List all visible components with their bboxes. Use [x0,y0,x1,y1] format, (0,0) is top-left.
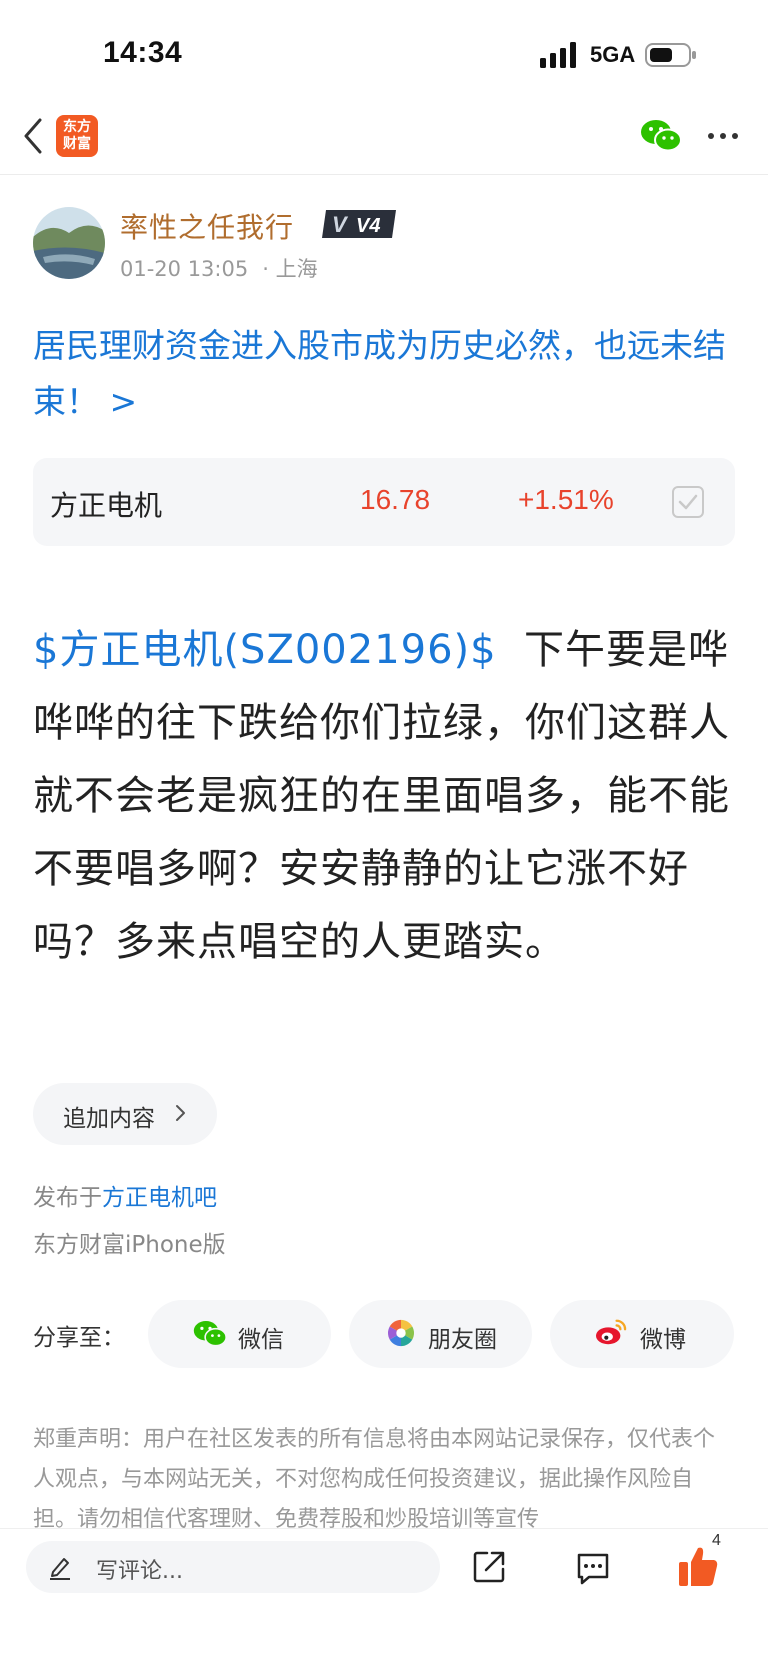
post-meta: 01-20 13:05 · 上海 [120,253,318,283]
stock-price: 16.78 [360,484,431,515]
stock-bar-link[interactable]: 方正电机吧 [102,1185,217,1211]
device-source: 东方财富iPhone版 [33,1232,226,1258]
comment-placeholder: 写评论... [96,1559,183,1584]
status-time: 14:34 [103,36,183,69]
comment-input[interactable] [26,1541,440,1593]
append-content-label: 追加内容 [63,1106,155,1132]
level-text: V4 [356,215,380,237]
post-date: 01-20 13:05 [120,257,249,281]
avatar[interactable] [33,207,105,279]
wechat-icon[interactable] [640,118,682,154]
share-moments-label: 朋友圈 [428,1327,497,1353]
check-icon [678,494,698,510]
level-badge: V V4 [322,210,396,238]
headline-link[interactable]: 居民理财资金进入股市成为历史必然，也远未结束！ > [33,318,733,430]
post-body: $方正电机(SZ002196)$ 下午要是哗哗哗的往下跌给你们拉绿，你们这群人就… [33,614,741,979]
stock-mention-link[interactable]: $方正电机(SZ002196)$ [33,627,497,673]
back-icon[interactable] [22,116,46,156]
published-prefix: 发布于 [33,1185,102,1211]
app-logo[interactable]: 东方 财富 [56,115,98,157]
network-label: 5GA [590,42,636,67]
pen-icon [50,1558,70,1580]
like-icon[interactable] [678,1544,718,1588]
battery-icon [645,43,696,67]
disclaimer: 郑重声明：用户在社区发表的所有信息将由本网站记录保存，仅代表个人观点，与本网站无… [33,1427,716,1532]
author-name[interactable]: 率性之任我行 [120,206,294,246]
more-icon[interactable] [707,124,739,148]
share-wechat-label: 微信 [238,1327,284,1353]
post-text: 下午要是哗哗哗的往下跌给你们拉绿，你们这群人就不会老是疯狂的在里面唱多，能不能不… [33,627,730,965]
chevron-right-icon [176,1105,185,1121]
signal-icon [540,42,576,68]
share-label: 分享至： [33,1325,125,1351]
share-icon[interactable] [471,1549,507,1585]
svg-text:V: V [332,212,349,237]
stock-name: 方正电机 [50,489,163,522]
add-watchlist-checkbox[interactable] [672,486,704,518]
published-in: 发布于方正电机吧 [33,1178,217,1212]
weibo-icon [596,1319,627,1345]
logo-text-1: 东方 [63,119,91,135]
share-weibo-label: 微博 [640,1327,686,1353]
moments-icon [387,1319,415,1347]
wechat-icon [193,1321,227,1347]
logo-text-2: 财富 [63,136,91,152]
post-location: · 上海 [262,257,318,281]
like-count: 4 [712,1532,721,1549]
comment-icon[interactable] [575,1550,611,1586]
stock-change: +1.51% [518,484,614,515]
